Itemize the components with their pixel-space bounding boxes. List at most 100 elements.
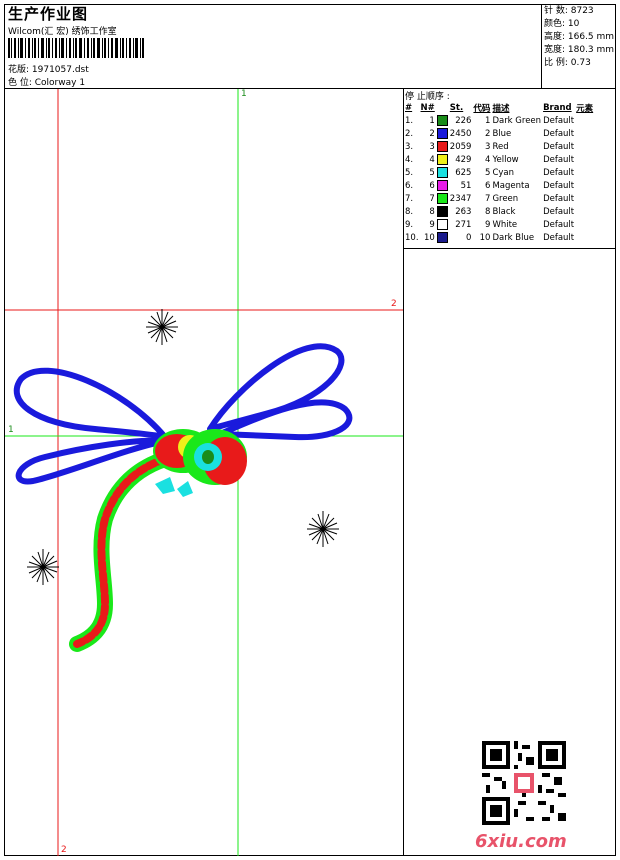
- cell-st: 263: [455, 206, 472, 217]
- embroidery-preview: [5, 89, 403, 856]
- guide-label-v2: 2: [61, 845, 67, 855]
- cell-code: 1: [485, 115, 491, 126]
- cell-st: 51: [460, 180, 472, 191]
- cell-code: 6: [485, 180, 491, 191]
- table-row: 7. 7 2347 7 Green Default: [404, 192, 594, 205]
- cell-desc: Dark Green: [492, 115, 542, 126]
- color-swatch-cell: [436, 179, 449, 192]
- table-row: 5. 5 625 5 Cyan Default: [404, 166, 594, 179]
- cell-desc: Green: [492, 193, 519, 204]
- cell-desc: Dark Blue: [492, 232, 535, 243]
- cell-desc: Magenta: [492, 180, 530, 191]
- cell-st: 2450: [449, 128, 472, 139]
- page-title: 生产作业图: [8, 5, 89, 23]
- guide-label-h1: 1: [8, 425, 14, 435]
- cell-code: 4: [485, 154, 491, 165]
- cell-st: 226: [455, 115, 472, 126]
- cell-brand: Default: [543, 128, 575, 139]
- col-header: 描述: [492, 104, 510, 114]
- color-swatch: [436, 167, 448, 178]
- col-header: 代码: [473, 104, 491, 114]
- cell-n: 5: [429, 167, 435, 178]
- color-swatch-cell: [436, 192, 449, 205]
- table-row: 9. 9 271 9 White Default: [404, 218, 594, 231]
- cell-st: 429: [455, 154, 472, 165]
- cell-idx: 3.: [405, 141, 414, 152]
- cell-idx: 6.: [405, 180, 414, 191]
- cell-idx: 4.: [405, 154, 414, 165]
- cell-idx: 10.: [405, 232, 419, 243]
- color-swatch: [436, 128, 448, 139]
- guide-label-h2: 2: [391, 299, 397, 309]
- cell-idx: 9.: [405, 219, 414, 230]
- colorway: 色 位: Colorway 1: [8, 78, 86, 88]
- element-cell: [575, 218, 594, 231]
- cell-st: 271: [455, 219, 472, 230]
- col-header: 元素: [576, 104, 594, 114]
- stop-sequence-panel: 停 止顺序 : # N# St. 代码 描述 Brand 元素 1. 1 226 1 D…: [404, 89, 615, 856]
- production-sheet: 生产作业图 Wilcom(汇 宏) 绣饰工作室 花版: 1971057.dst …: [4, 4, 616, 856]
- cell-n: 7: [429, 193, 435, 204]
- cell-idx: 8.: [405, 206, 414, 217]
- cell-n: 8: [429, 206, 435, 217]
- stitch-count: 针 数: 8723: [544, 6, 594, 16]
- col-header: N#: [420, 103, 435, 113]
- cell-desc: Blue: [492, 128, 512, 139]
- cell-n: 1: [429, 115, 435, 126]
- cell-n: 9: [429, 219, 435, 230]
- color-swatch-cell: [436, 231, 449, 244]
- cell-n: 6: [429, 180, 435, 191]
- design-height: 高度: 166.5 mm: [544, 32, 615, 42]
- cell-brand: Default: [543, 193, 575, 204]
- element-cell: [575, 231, 594, 244]
- header-divider-vertical: [541, 5, 542, 88]
- design-width: 宽度: 180.3 mm: [544, 45, 615, 55]
- cell-brand: Default: [543, 180, 575, 191]
- cell-idx: 2.: [405, 128, 414, 139]
- table-row: 3. 3 2059 3 Red Default: [404, 140, 594, 153]
- cell-desc: Cyan: [492, 167, 514, 178]
- cell-n: 3: [429, 141, 435, 152]
- table-row: 8. 8 263 8 Black Default: [404, 205, 594, 218]
- element-cell: [575, 127, 594, 140]
- sparkle-icon: [307, 511, 339, 547]
- cell-code: 7: [485, 193, 491, 204]
- design-scale: 比 例: 0.73: [544, 58, 591, 68]
- cell-brand: Default: [543, 115, 575, 126]
- col-header: [436, 102, 449, 114]
- panel-divider: [404, 248, 615, 249]
- element-cell: [575, 166, 594, 179]
- color-swatch: [436, 180, 448, 191]
- cell-brand: Default: [543, 206, 575, 217]
- color-swatch-cell: [436, 205, 449, 218]
- cell-code: 2: [485, 128, 491, 139]
- color-swatch-cell: [436, 114, 449, 127]
- cell-brand: Default: [543, 154, 575, 165]
- color-swatch-cell: [436, 140, 449, 153]
- col-header: Brand: [543, 103, 572, 113]
- qr-code-icon: [482, 741, 566, 825]
- sparkle-icon: [146, 309, 178, 345]
- col-header: #: [405, 103, 413, 113]
- color-swatch: [436, 193, 448, 204]
- color-count: 颜色: 10: [544, 19, 580, 29]
- table-row: 6. 6 51 6 Magenta Default: [404, 179, 594, 192]
- table-row: 1. 1 226 1 Dark Green Default: [404, 114, 594, 127]
- cell-n: 10: [423, 232, 435, 243]
- design-stats: 针 数: 8723 颜色: 10 高度: 166.5 mm 宽度: 180.3 …: [544, 5, 614, 70]
- cell-idx: 5.: [405, 167, 414, 178]
- color-swatch-cell: [436, 166, 449, 179]
- cell-code: 5: [485, 167, 491, 178]
- cell-n: 2: [429, 128, 435, 139]
- element-cell: [575, 179, 594, 192]
- table-header-row: # N# St. 代码 描述 Brand 元素: [404, 102, 594, 114]
- element-cell: [575, 140, 594, 153]
- design-canvas: 1 2 1 2: [5, 89, 404, 856]
- color-swatch-cell: [436, 127, 449, 140]
- stop-sequence-title: 停 止顺序 :: [405, 92, 450, 102]
- cell-desc: Black: [492, 206, 516, 217]
- cell-st: 0: [466, 232, 472, 243]
- table-row: 10. 10 0 10 Dark Blue Default: [404, 231, 594, 244]
- color-swatch-cell: [436, 218, 449, 231]
- barcode-icon: [8, 38, 144, 58]
